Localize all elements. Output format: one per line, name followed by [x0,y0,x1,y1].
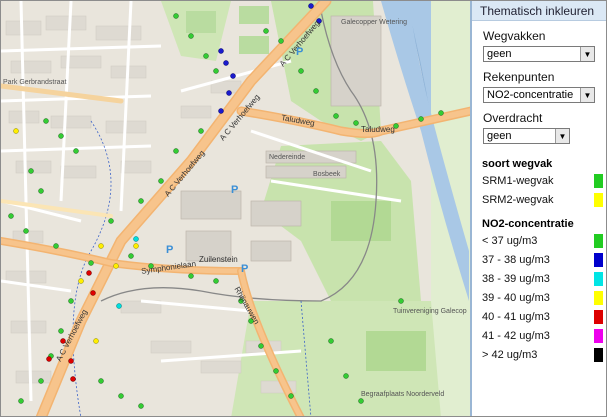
parking-icon-2: P [166,244,174,256]
parking-icon-3: P [241,263,249,275]
legend-item: SRM1-wegvak [472,172,606,191]
legend-swatch [594,193,603,207]
legend-label: SRM2-wegvak [482,194,554,206]
map-canvas[interactable] [1,1,470,417]
label-nedereinde: Nedereinde [269,154,306,161]
legend-item: 38 - 39 ug/m3 [472,270,606,289]
label-zuilenstein: Zuilenstein [199,255,238,264]
label-sportveld: Tuinvereniging Galecop [393,308,467,315]
legend-no2-list: < 37 ug/m3 37 - 38 ug/m3 38 - 39 ug/m3 3… [472,232,606,365]
chevron-down-icon[interactable]: ▼ [555,129,569,143]
overdracht-select[interactable]: geen ▼ [483,128,570,144]
label-taludweg-2: Taludweg [361,125,395,134]
legend-swatch [594,310,603,324]
legend-swatch [594,291,603,305]
label-bosbeek: Bosbeek [313,171,341,178]
legend-swatch [594,272,603,286]
legend-swatch [594,253,603,267]
legend-item: 37 - 38 ug/m3 [472,251,606,270]
label-park: Park Gerbrandstraat [3,79,67,86]
legend-swatch [594,329,603,343]
legend-swatch [594,234,603,248]
wegvakken-label: Wegvakken [483,29,546,43]
legend-wegvak-list: SRM1-wegvak SRM2-wegvak [472,172,606,210]
legend-item: 40 - 41 ug/m3 [472,308,606,327]
legend-label: 41 - 42 ug/m3 [482,330,550,342]
sports-field-1 [186,11,216,33]
legend-item: SRM2-wegvak [472,191,606,210]
panel-title: Thematisch inkleuren [472,1,606,21]
rekenpunten-label: Rekenpunten [483,70,555,84]
overdracht-value: geen [487,130,512,142]
legend-item: 39 - 40 ug/m3 [472,289,606,308]
meadow-1 [331,201,391,241]
legend-label: 39 - 40 ug/m3 [482,292,550,304]
parking-icon-1: P [231,184,239,196]
chevron-down-icon[interactable]: ▼ [580,47,594,61]
legend-item: 41 - 42 ug/m3 [472,327,606,346]
legend-label: SRM1-wegvak [482,175,554,187]
label-galecopper-wetering: Galecopper Wetering [341,19,408,26]
chevron-down-icon[interactable]: ▼ [580,88,594,102]
rekenpunten-select[interactable]: NO2-concentratie ▼ [483,87,595,103]
sports-field-3 [239,36,269,54]
legend-item: < 37 ug/m3 [472,232,606,251]
map-view[interactable]: A C Verhoefweg A C Verhoefweg A C Verhoe… [1,1,470,417]
legend-label: 37 - 38 ug/m3 [482,254,550,266]
label-begraafplaats: Begraafplaats Noorderveld [361,391,445,398]
parking-icon-4: P [296,46,304,58]
overdracht-label: Overdracht [483,111,543,125]
legend-swatch [594,348,603,362]
thematic-panel: Thematisch inkleuren Wegvakken geen ▼ Re… [470,1,606,416]
legend-item: > 42 ug/m3 [472,346,606,365]
application-window: A C Verhoefweg A C Verhoefweg A C Verhoe… [0,0,607,417]
legend-label: 38 - 39 ug/m3 [482,273,550,285]
wegvakken-select[interactable]: geen ▼ [483,46,595,62]
legend-label: < 37 ug/m3 [482,235,538,247]
legend-no2-title: NO2-concentratie [482,218,574,230]
meadow-2 [366,331,426,371]
sports-field-2 [239,6,269,24]
legend-label: > 42 ug/m3 [482,349,538,361]
wegvakken-value: geen [487,48,512,60]
rekenpunten-value: NO2-concentratie [487,89,574,101]
legend-swatch [594,174,603,188]
legend-wegvak-title: soort wegvak [482,158,553,170]
legend-label: 40 - 41 ug/m3 [482,311,550,323]
